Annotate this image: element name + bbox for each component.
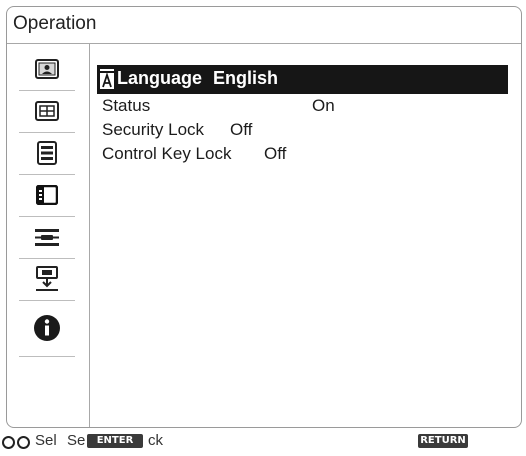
title-bar: Operation xyxy=(7,7,521,44)
connection-icon xyxy=(35,229,59,246)
footer-sel-text: Sel xyxy=(35,432,57,449)
up-arrow-button-icon xyxy=(2,436,15,449)
menu-item-language[interactable]: Language English xyxy=(97,65,508,94)
control-key-lock-label: Control Key Lock xyxy=(102,144,232,163)
security-lock-label: Security Lock xyxy=(102,120,205,139)
menu-title: Operation xyxy=(13,13,97,34)
status-value: On xyxy=(312,96,335,115)
language-icon xyxy=(100,69,114,89)
menu-category-sidebar xyxy=(7,44,90,427)
operation-icon xyxy=(36,185,58,205)
operation-menu-window: Operation Language English Status On Sec… xyxy=(6,6,522,428)
sidebar-item-connection[interactable] xyxy=(19,216,75,259)
footer-guide: Sel Se ENTER ck RETURN xyxy=(0,428,526,456)
footer-back-suffix: ck xyxy=(148,432,163,449)
sidebar-item-information[interactable] xyxy=(19,300,75,357)
language-value: English xyxy=(213,68,279,88)
sidebar-item-installation[interactable] xyxy=(19,258,75,301)
sidebar-item-picture[interactable] xyxy=(19,48,75,91)
installation-icon xyxy=(36,266,58,291)
return-key-icon: RETURN xyxy=(418,434,468,448)
down-arrow-button-icon xyxy=(17,436,30,449)
picture-icon xyxy=(35,59,59,79)
setup-icon xyxy=(37,141,57,165)
sidebar-item-setup[interactable] xyxy=(19,132,75,175)
information-icon xyxy=(34,315,60,341)
enter-key-icon: ENTER xyxy=(87,434,143,448)
control-key-lock-value: Off xyxy=(264,144,287,163)
sidebar-item-operation[interactable] xyxy=(19,174,75,217)
sidebar-item-screen[interactable] xyxy=(19,90,75,133)
screen-icon xyxy=(35,101,59,121)
footer-set-prefix: Se xyxy=(67,432,86,449)
security-lock-value: Off xyxy=(230,120,253,139)
status-label: Status xyxy=(102,96,151,115)
language-label: Language xyxy=(117,68,203,88)
